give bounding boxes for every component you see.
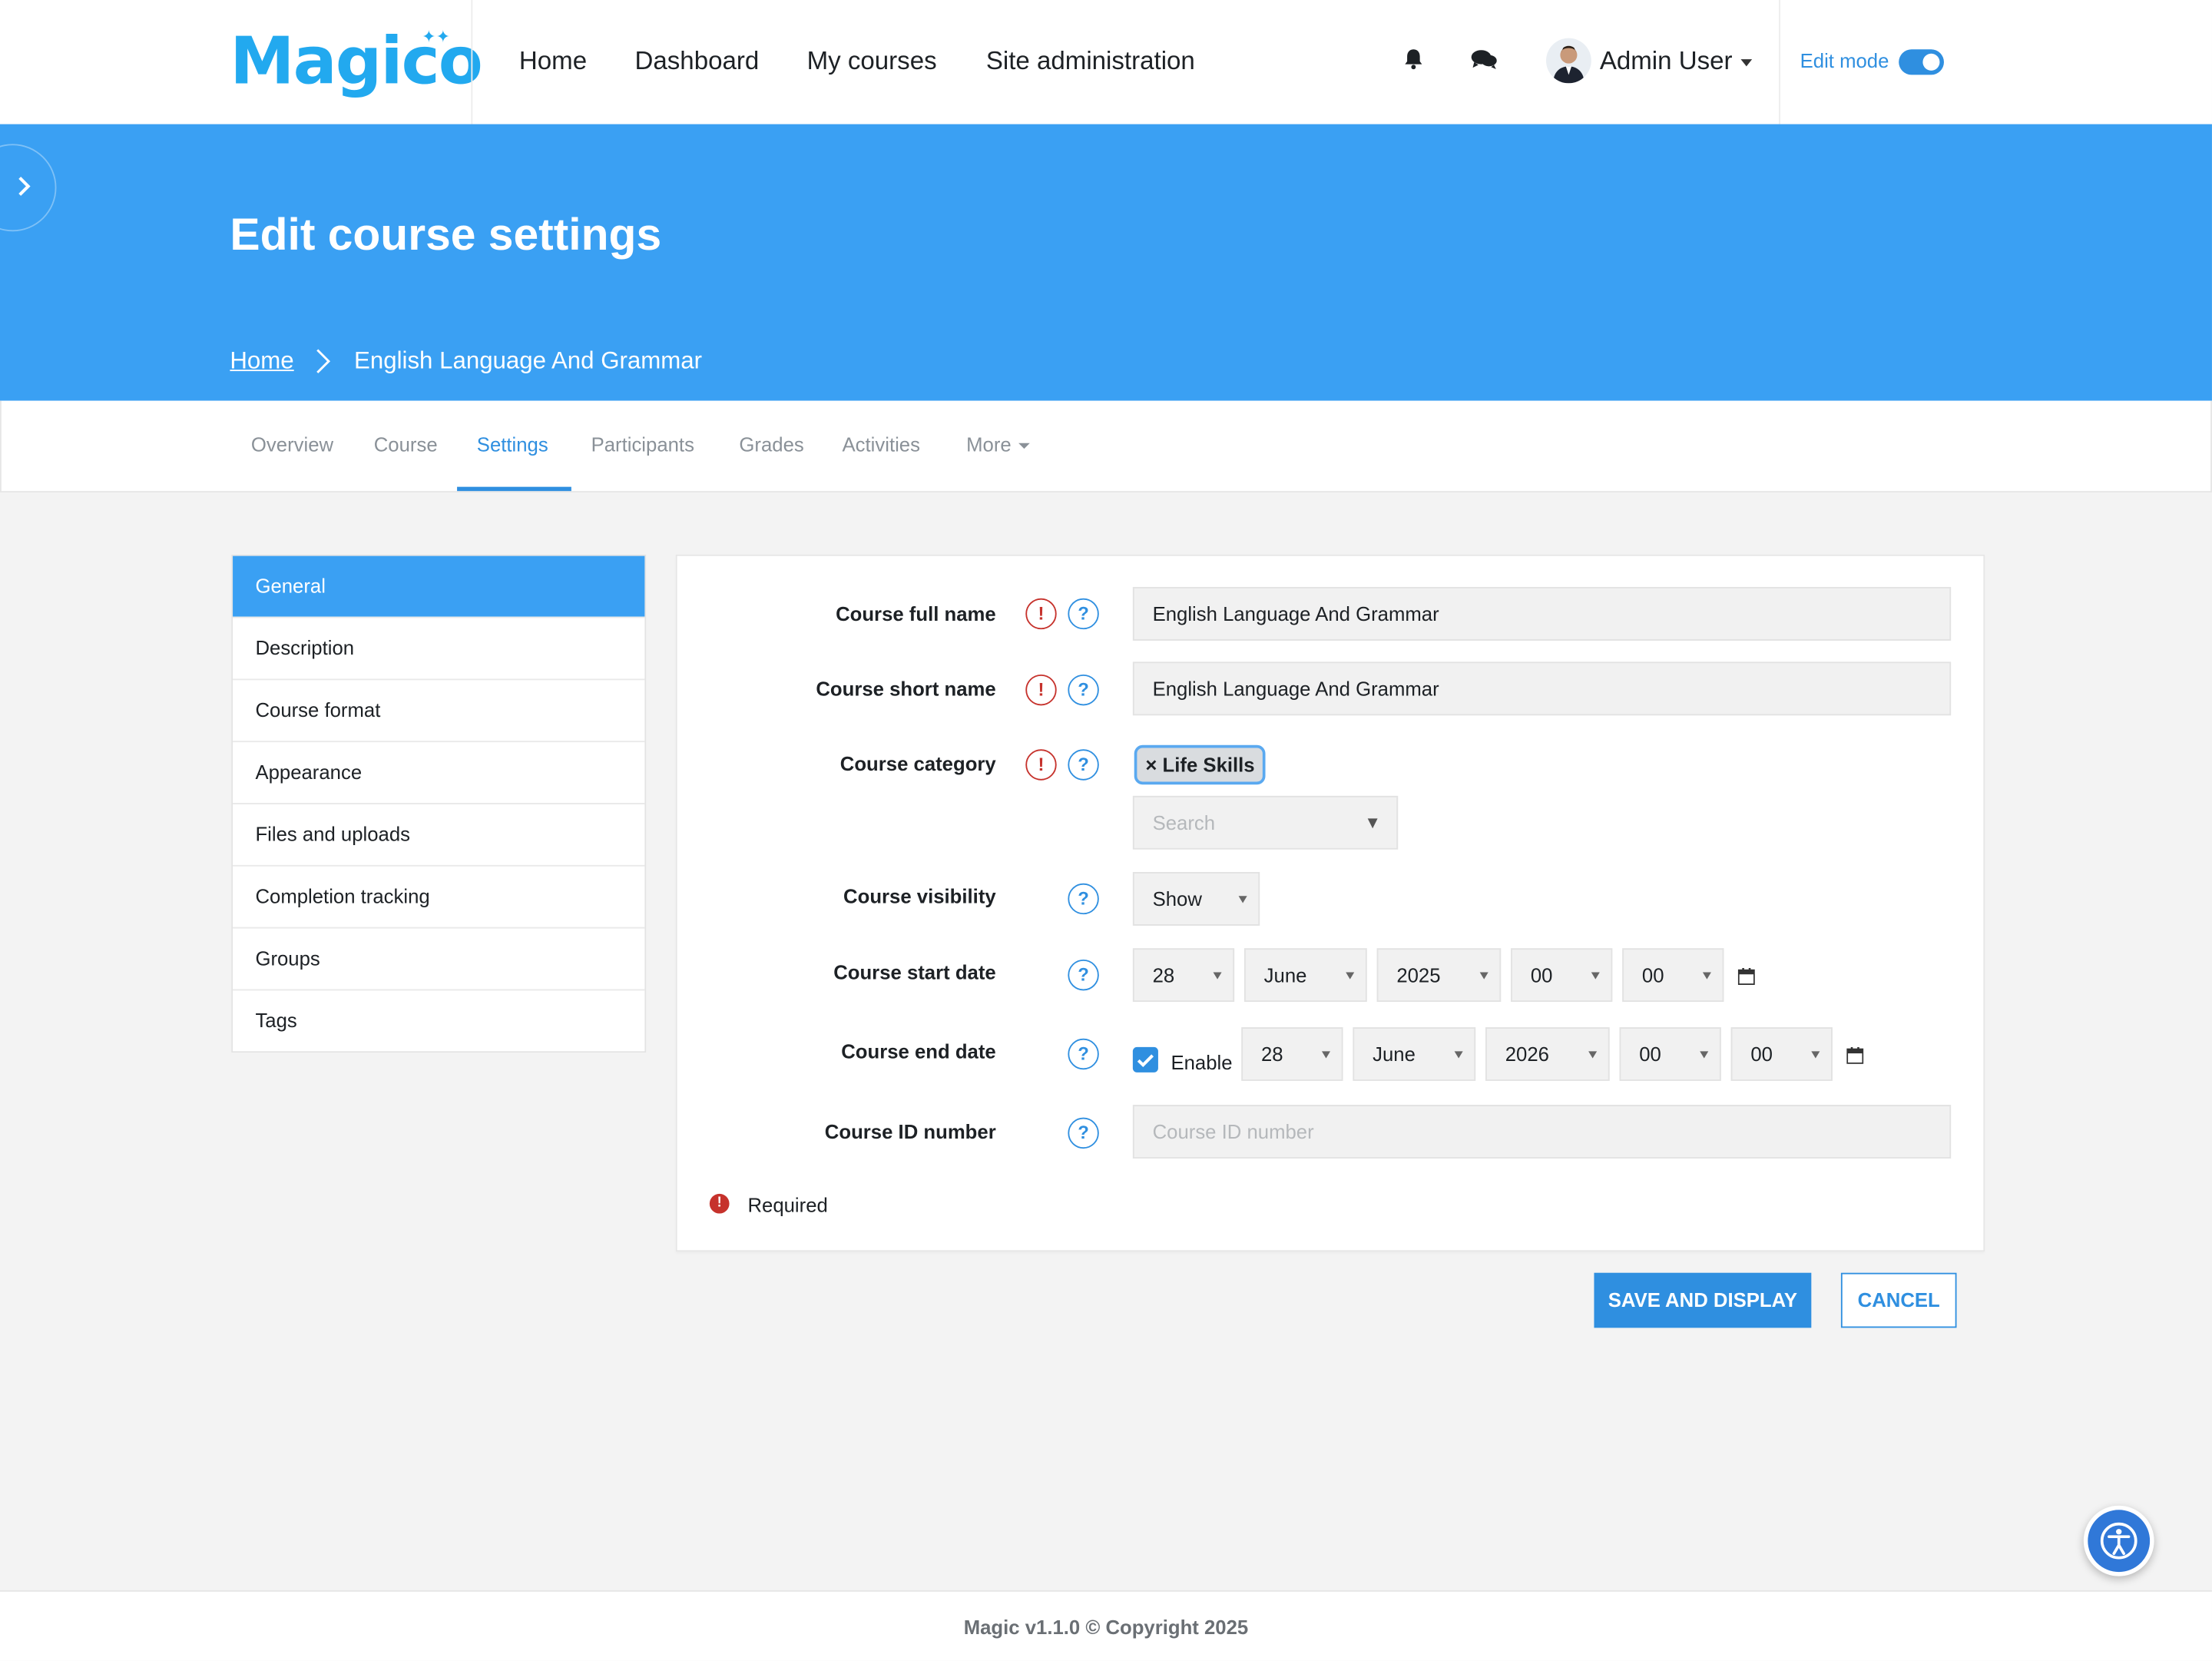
calendar-icon[interactable] [1846, 1046, 1864, 1064]
required-icon: ! [1025, 674, 1057, 706]
breadcrumb-chevron-icon [313, 347, 333, 383]
label-course-category: Course category [839, 751, 996, 775]
nav-site-administration[interactable]: Site administration [986, 44, 1195, 78]
start-month-select[interactable]: June [1243, 948, 1367, 1003]
active-tab-indicator [457, 486, 571, 492]
edit-mode-label: Edit mode [1800, 49, 1889, 72]
required-icon: ! [1025, 749, 1057, 781]
required-icon: ! [709, 1193, 730, 1214]
help-icon[interactable]: ? [1068, 883, 1099, 915]
label-course-visibility: Course visibility [843, 884, 996, 907]
category-chip[interactable]: × Life Skills [1134, 744, 1267, 785]
side-item-groups[interactable]: Groups [233, 927, 645, 990]
accessibility-icon [2100, 1522, 2137, 1560]
tab-activities[interactable]: Activities [843, 432, 920, 457]
help-icon[interactable]: ? [1068, 674, 1099, 706]
category-search-placeholder: Search [1152, 811, 1216, 834]
side-item-tags[interactable]: Tags [233, 989, 645, 1052]
end-month-select[interactable]: June [1353, 1027, 1476, 1081]
nav-my-courses[interactable]: My courses [807, 44, 937, 78]
label-course-short-name: Course short name [816, 677, 996, 701]
required-note: Required [747, 1193, 828, 1217]
side-item-appearance[interactable]: Appearance [233, 741, 645, 803]
navbar-divider [471, 0, 473, 124]
caret-down-icon [1018, 443, 1030, 449]
course-settings-form: Course full name ! ? English Language An… [675, 554, 1985, 1252]
calendar-icon[interactable] [1737, 966, 1755, 986]
course-short-name-input[interactable]: English Language And Grammar [1132, 661, 1952, 716]
tab-settings[interactable]: Settings [477, 432, 548, 457]
label-course-full-name: Course full name [836, 602, 996, 625]
dropdown-arrow-icon: ▼ [1364, 812, 1382, 833]
side-item-description[interactable]: Description [233, 616, 645, 679]
start-year-select[interactable]: 2025 [1376, 948, 1502, 1003]
chat-icon[interactable] [1470, 45, 1498, 74]
logo-sparkle-icon: ✦✦ [422, 26, 451, 47]
user-menu[interactable]: Admin User [1599, 44, 1753, 78]
tab-more-label: More [966, 433, 1012, 456]
course-id-number-input[interactable]: Course ID number [1132, 1105, 1952, 1159]
page-title: Edit course settings [230, 208, 662, 260]
chevron-right-icon [18, 176, 31, 196]
page-footer: Magic v1.1.0 © Copyright 2025 [0, 1590, 2212, 1661]
end-date-enable-checkbox[interactable] [1132, 1046, 1158, 1073]
accessibility-button[interactable] [2083, 1505, 2154, 1576]
start-hour-select[interactable]: 00 [1511, 948, 1613, 1003]
end-date-enable-label[interactable]: Enable [1171, 1050, 1232, 1076]
nav-home[interactable]: Home [519, 44, 587, 78]
end-year-select[interactable]: 2026 [1485, 1027, 1610, 1081]
course-full-name-input[interactable]: English Language And Grammar [1132, 587, 1952, 641]
side-item-completion-tracking[interactable]: Completion tracking [233, 864, 645, 927]
tab-participants[interactable]: Participants [591, 432, 694, 457]
end-minute-select[interactable]: 00 [1730, 1027, 1833, 1081]
course-tabs: Overview Course Settings Participants Gr… [0, 400, 2212, 493]
help-icon[interactable]: ? [1068, 959, 1099, 991]
help-icon[interactable]: ? [1068, 749, 1099, 781]
tab-overview[interactable]: Overview [251, 432, 333, 457]
label-course-start-date: Course start date [833, 960, 996, 984]
edit-mode-toggle[interactable] [1899, 49, 1944, 75]
course-visibility-select[interactable]: Show [1132, 872, 1260, 926]
end-day-select[interactable]: 28 [1241, 1027, 1343, 1081]
start-day-select[interactable]: 28 [1132, 948, 1235, 1003]
top-navbar: Magico ✦✦ Home Dashboard My courses Site… [0, 0, 2212, 126]
label-course-end-date: Course end date [841, 1039, 996, 1063]
help-icon[interactable]: ? [1068, 1117, 1099, 1149]
settings-side-menu: General Description Course format Appear… [231, 554, 647, 1053]
save-and-display-button[interactable]: SAVE AND DISPLAY [1594, 1272, 1812, 1328]
help-icon[interactable]: ? [1068, 1038, 1099, 1070]
required-icon: ! [1025, 598, 1057, 630]
end-hour-select[interactable]: 00 [1619, 1027, 1721, 1081]
breadcrumb-current: English Language And Grammar [354, 346, 703, 374]
checkmark-icon [1137, 1054, 1154, 1067]
bell-icon[interactable] [1399, 45, 1428, 74]
caret-down-icon [1740, 58, 1753, 66]
breadcrumb-home[interactable]: Home [230, 346, 293, 376]
side-item-files-and-uploads[interactable]: Files and uploads [233, 803, 645, 865]
drawer-toggle-button[interactable] [0, 144, 57, 232]
tab-course[interactable]: Course [374, 432, 438, 457]
label-course-id-number: Course ID number [824, 1120, 996, 1143]
copyright-text: Magic v1.1.0 © Copyright 2025 [963, 1616, 1249, 1639]
nav-dashboard[interactable]: Dashboard [635, 44, 760, 78]
help-icon[interactable]: ? [1068, 598, 1099, 630]
page-header: Edit course settings Home English Langua… [0, 124, 2212, 401]
avatar[interactable] [1546, 38, 1591, 84]
side-item-general[interactable]: General [233, 555, 645, 617]
navbar-divider [1779, 0, 1780, 124]
tab-grades[interactable]: Grades [739, 432, 803, 457]
start-minute-select[interactable]: 00 [1622, 948, 1724, 1003]
tab-more[interactable]: More [966, 432, 1030, 457]
user-name: Admin User [1599, 46, 1733, 75]
category-search-input[interactable]: Search ▼ [1132, 795, 1399, 850]
side-item-course-format[interactable]: Course format [233, 678, 645, 741]
cancel-button[interactable]: CANCEL [1840, 1272, 1957, 1328]
